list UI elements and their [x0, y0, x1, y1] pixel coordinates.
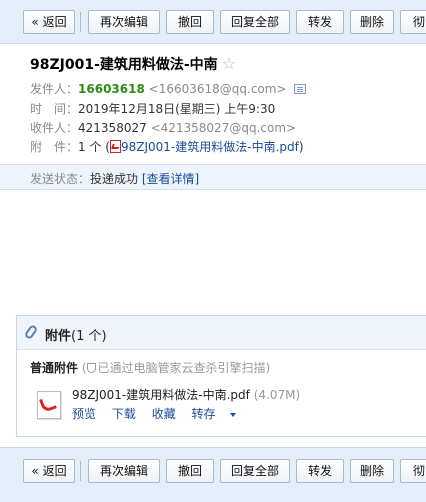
- permanent-delete-button[interactable]: 彻: [400, 10, 426, 34]
- attachment-file: 98ZJ001-建筑用料做法-中南.pdf (4.07M): [72, 386, 300, 403]
- status-value: 投递成功: [90, 172, 139, 186]
- attachment-row: 附 件：1 个 ( 98ZJ001-建筑用料做法-中南.pdf): [30, 138, 304, 155]
- reply-all-button-bottom[interactable]: 回复全部: [220, 459, 290, 483]
- status-detail-link[interactable]: [查看详情]: [142, 172, 199, 186]
- back-button-bottom[interactable]: « 返回: [23, 459, 75, 483]
- recipient-row: 收件人：421358027 <421358027@qq.com>: [30, 119, 296, 136]
- attachment-count: 1 个 (: [78, 140, 110, 154]
- permanent-delete-button-bottom[interactable]: 彻: [400, 459, 426, 483]
- sender-name[interactable]: 16603618: [78, 82, 145, 96]
- subject-text: 98ZJ001-建筑用料做法-中南: [30, 57, 218, 73]
- contact-card-icon[interactable]: [294, 83, 307, 94]
- recipient-address: <421358027@qq.com>: [150, 121, 297, 135]
- toolbar-divider: [80, 461, 81, 481]
- star-icon[interactable]: ☆: [222, 54, 236, 73]
- scan-note-text: 已通过电脑管家云查杀引擎扫描: [97, 361, 266, 375]
- attachment-close: ): [298, 140, 304, 154]
- recall-button[interactable]: 撤回: [166, 10, 214, 34]
- attachment-actions: 预览 下载 收藏 转存: [72, 405, 248, 422]
- collect-link[interactable]: 收藏: [152, 407, 176, 421]
- delivery-status-bar: 发送状态：投递成功 [查看详情]: [0, 164, 426, 190]
- delivery-status: 发送状态：投递成功 [查看详情]: [30, 170, 199, 187]
- recall-button-bottom[interactable]: 撤回: [166, 459, 214, 483]
- reedit-button-bottom[interactable]: 再次编辑: [88, 459, 160, 483]
- status-label: 发送状态：: [30, 172, 91, 186]
- mail-body: [0, 190, 426, 315]
- mail-subject: 98ZJ001-建筑用料做法-中南 ☆: [30, 54, 236, 74]
- attachment-title-count: (1 个): [71, 329, 107, 344]
- sender-address: <16603618@qq.com>: [148, 82, 287, 96]
- reedit-button[interactable]: 再次编辑: [88, 10, 160, 34]
- delete-button[interactable]: 删除: [350, 10, 394, 34]
- paperclip-icon: [23, 323, 39, 341]
- shield-icon: [86, 362, 96, 373]
- delete-button-bottom[interactable]: 删除: [350, 459, 394, 483]
- recipient-label: 收件人：: [30, 121, 79, 135]
- time-label: 时 间：: [30, 102, 79, 116]
- attachment-file-size: (4.07M): [253, 388, 301, 402]
- forward-button[interactable]: 转发: [296, 10, 344, 34]
- scan-note: ( 已通过电脑管家云查杀引擎扫描): [82, 361, 270, 375]
- time-value: 2019年12月18日(星期三) 上午9:30: [78, 102, 276, 116]
- attachment-link[interactable]: 98ZJ001-建筑用料做法-中南.pdf: [121, 140, 299, 154]
- scan-note-open: (: [81, 361, 87, 375]
- save-to-dropdown[interactable]: 转存: [192, 407, 248, 421]
- pdf-file-icon[interactable]: [37, 391, 61, 419]
- mail-header: 98ZJ001-建筑用料做法-中南 ☆ 发件人：16603618 <1660361…: [0, 44, 426, 164]
- top-toolbar: « 返回 再次编辑 撤回 回复全部 转发 删除 彻: [0, 0, 426, 44]
- attachment-title-text: 附件: [45, 329, 72, 344]
- normal-attachment-heading: 普通附件 ( 已通过电脑管家云查杀引擎扫描): [30, 359, 270, 376]
- forward-button-bottom[interactable]: 转发: [296, 459, 344, 483]
- bottom-toolbar: « 返回 再次编辑 撤回 回复全部 转发 删除 彻: [0, 447, 426, 502]
- spacer: [0, 437, 426, 447]
- attachment-file-name[interactable]: 98ZJ001-建筑用料做法-中南.pdf: [72, 388, 250, 402]
- pdf-icon: [109, 140, 121, 153]
- sender-label: 发件人：: [30, 82, 79, 96]
- sender-row: 发件人：16603618 <16603618@qq.com>: [30, 80, 307, 97]
- attachment-panel-title: 附件(1 个): [45, 325, 107, 344]
- chevron-down-icon: [229, 412, 236, 417]
- preview-link[interactable]: 预览: [72, 407, 96, 421]
- save-to-label: 转存: [191, 407, 216, 421]
- recipient-name[interactable]: 421358027: [78, 121, 147, 135]
- time-row: 时 间：2019年12月18日(星期三) 上午9:30: [30, 100, 275, 117]
- download-link[interactable]: 下载: [112, 407, 136, 421]
- reply-all-button[interactable]: 回复全部: [220, 10, 290, 34]
- toolbar-divider: [80, 12, 81, 32]
- attachment-panel-header: 附件(1 个): [17, 316, 426, 350]
- back-button[interactable]: « 返回: [23, 10, 75, 34]
- normal-attachment-label: 普通附件: [30, 361, 79, 375]
- scan-note-close: ): [265, 361, 271, 375]
- attachment-label: 附 件：: [30, 140, 79, 154]
- attachment-panel: 附件(1 个) 普通附件 ( 已通过电脑管家云查杀引擎扫描) 98ZJ001-建筑…: [16, 315, 426, 437]
